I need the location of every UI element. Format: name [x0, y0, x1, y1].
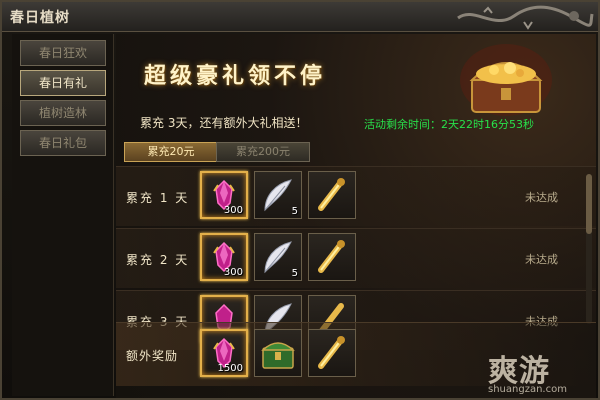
- green-chest-icon: [261, 342, 295, 369]
- item-quantity: 5: [291, 206, 298, 217]
- banner-title: 超级豪礼领不停: [144, 63, 327, 89]
- bonus-slot[interactable]: [308, 329, 356, 377]
- sidebar-tab-tree-planting[interactable]: 植树造林: [20, 100, 106, 126]
- title-bar: 春日植树: [2, 2, 598, 32]
- bonus-label: 额外奖励: [126, 349, 179, 363]
- golden-scroll-icon: [318, 240, 345, 273]
- countdown-timer: 活动剩余时间：2天22时16分53秒: [364, 118, 534, 131]
- row-label: 累充 1 天: [126, 191, 190, 205]
- dragon-ornament-icon: [457, 5, 594, 30]
- golden-scroll-icon: [318, 178, 345, 211]
- sidebar: 春日狂欢 春日有礼 植树造林 春日礼包: [12, 34, 114, 396]
- game-window: 春日植树 春日狂欢 春日有礼 植树造林 春日礼包 超级豪礼领不停 累充 3天，还…: [0, 0, 600, 400]
- reward-slot[interactable]: [308, 171, 356, 219]
- banner-subtitle: 累充 3天，还有额外大礼相送！: [140, 116, 308, 130]
- sidebar-tab-spring-gifts[interactable]: 春日有礼: [20, 70, 106, 96]
- reward-row: 累充 1 天 300 5 未达成: [116, 166, 596, 226]
- reward-slot[interactable]: 5: [254, 171, 302, 219]
- window-title: 春日植树: [10, 10, 70, 26]
- row-status: 未达成: [525, 191, 558, 204]
- item-quantity: 1500: [217, 363, 243, 374]
- reward-slot[interactable]: [308, 233, 356, 281]
- sidebar-tab-spring-carnival[interactable]: 春日狂欢: [20, 40, 106, 66]
- sidebar-tab-spring-package[interactable]: 春日礼包: [20, 130, 106, 156]
- content-panel: 超级豪礼领不停 累充 3天，还有额外大礼相送！ 活动剩余时间：2天22时16分5…: [116, 34, 596, 398]
- bonus-slot[interactable]: [254, 329, 302, 377]
- reward-slot[interactable]: 300: [200, 233, 248, 281]
- scrollbar-thumb[interactable]: [586, 174, 592, 234]
- bonus-slot[interactable]: 1500: [200, 329, 248, 377]
- item-quantity: 300: [223, 205, 243, 216]
- tab-tier-200[interactable]: 累充200元: [216, 142, 310, 162]
- golden-scroll-icon: [318, 336, 345, 369]
- item-quantity: 5: [291, 268, 298, 279]
- scrollbar[interactable]: [586, 174, 592, 324]
- reward-slot[interactable]: 300: [200, 171, 248, 219]
- item-quantity: 300: [223, 267, 243, 278]
- reward-slot[interactable]: 5: [254, 233, 302, 281]
- watermark-url: shuangzan.com: [488, 384, 567, 395]
- tab-tier-20[interactable]: 累充20元: [124, 142, 218, 162]
- row-label: 累充 2 天: [126, 253, 190, 267]
- treasure-chest-icon: [460, 44, 552, 116]
- row-status: 未达成: [525, 253, 558, 266]
- reward-row: 累充 2 天 300 5 未达成: [116, 228, 596, 288]
